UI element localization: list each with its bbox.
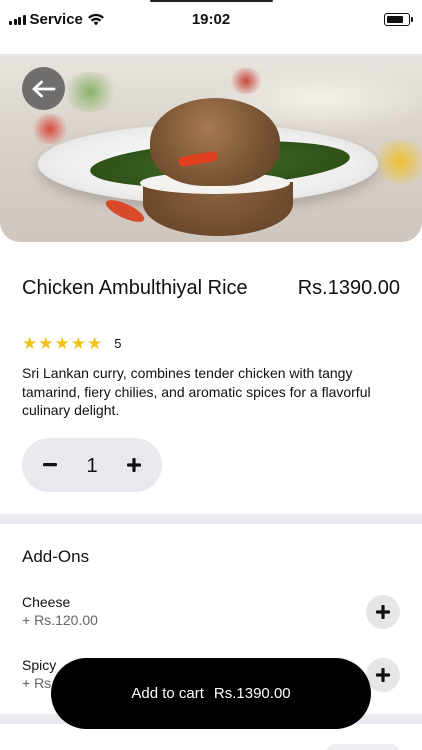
product-title: Chicken Ambulthiyal Rice (22, 277, 248, 299)
product-description: Sri Lankan curry, combines tender chicke… (22, 365, 371, 418)
addon-item-cheese: Cheese + Rs.120.00 (22, 594, 400, 634)
increase-button[interactable] (122, 453, 146, 477)
battery-icon (384, 13, 413, 26)
star-icon: ★ (87, 334, 103, 353)
add-to-cart-button[interactable]: Add to cart Rs.1390.00 (51, 658, 371, 729)
plus-icon (376, 605, 390, 619)
minus-icon (43, 463, 57, 467)
star-icon: ★ (70, 334, 86, 353)
notch-indicator (150, 0, 273, 2)
rating: ★ ★ ★ ★ ★ 5 (22, 335, 121, 352)
plus-icon (376, 668, 390, 682)
arrow-left-icon (32, 80, 55, 97)
star-icon: ★ (38, 334, 54, 353)
back-button[interactable] (22, 67, 65, 110)
addon-price: + Rs.120.00 (22, 612, 98, 628)
addon-name: Cheese (22, 594, 71, 610)
battery-fill (386, 15, 403, 23)
star-icon: ★ (54, 334, 70, 353)
star-icon: ★ (22, 334, 38, 353)
product-price: Rs.1390.00 (297, 277, 400, 299)
section-divider (0, 514, 422, 524)
add-cheese-button[interactable] (366, 595, 400, 629)
addon-name: Spicy (22, 657, 57, 673)
clock: 19:02 (191, 11, 231, 28)
next-section-peek (326, 744, 400, 750)
cart-total: Rs.1390.00 (213, 685, 291, 702)
rating-count: 5 (114, 336, 122, 351)
addon-price: + Rs (22, 675, 52, 691)
add-to-cart-label: Add to cart (131, 685, 204, 702)
status-bar: Service 19:02 (0, 0, 422, 40)
quantity-stepper: 1 (22, 438, 162, 492)
quantity-value: 1 (86, 455, 98, 477)
decrease-button[interactable] (38, 453, 62, 477)
plus-icon (127, 458, 141, 472)
addons-title: Add-Ons (22, 547, 90, 566)
add-spicy-button[interactable] (366, 658, 400, 692)
